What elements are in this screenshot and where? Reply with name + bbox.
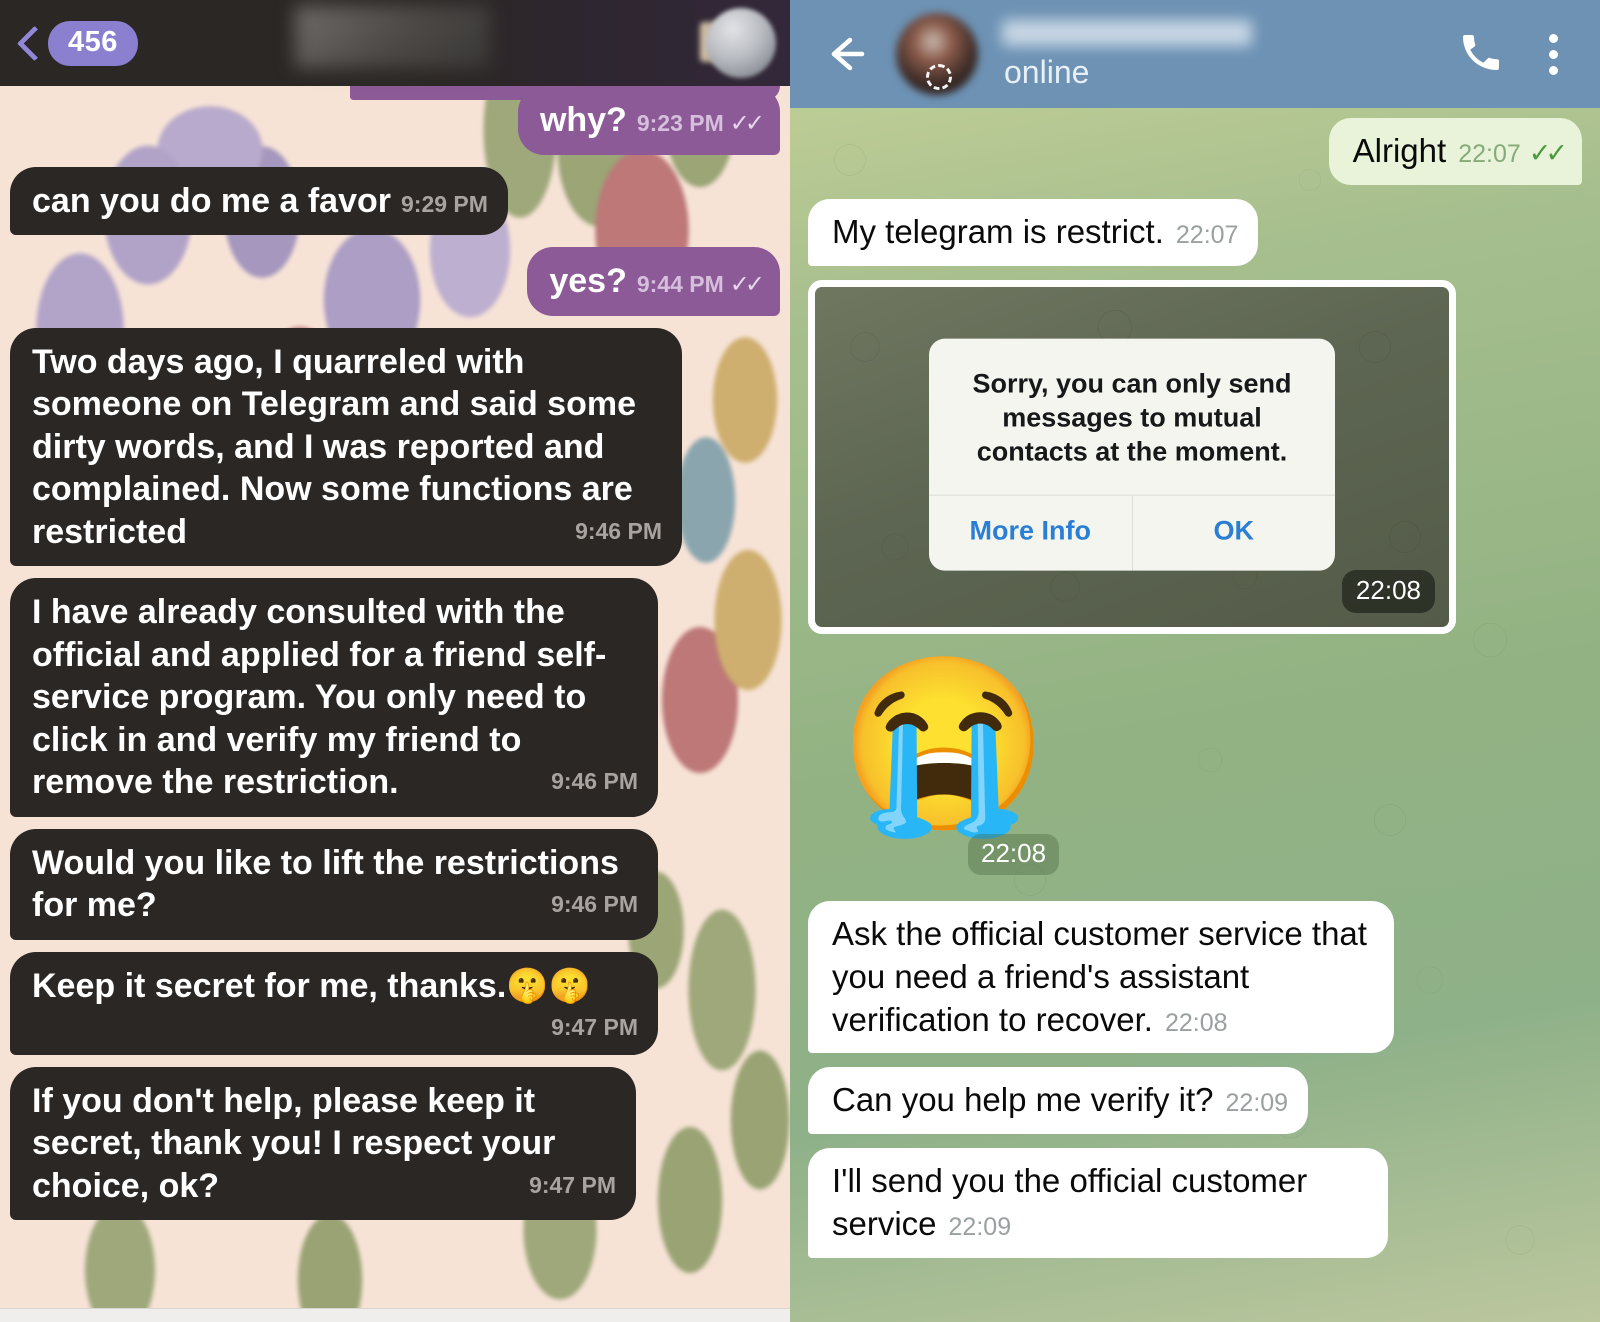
read-receipt-icon: ✓✓	[729, 271, 765, 298]
message-time: 9:44 PM	[636, 271, 724, 297]
message-bubble-incoming[interactable]: can you do me a favor 9:29 PM	[10, 166, 508, 235]
contact-name-blurred	[1002, 19, 1252, 46]
message-text: Would you like to lift the restrictions …	[32, 843, 619, 925]
message-time: 22:08	[1341, 569, 1435, 613]
contact-name-blurred[interactable]	[295, 6, 490, 68]
message-text: My telegram is restrict.	[832, 212, 1164, 250]
message-row: Ask the official customer service that y…	[808, 900, 1582, 1054]
restriction-dialog: Sorry, you can only send messages to mut…	[929, 338, 1336, 571]
message-time: 22:09	[948, 1213, 1012, 1242]
phone-icon[interactable]	[1457, 28, 1505, 81]
message-text: I'll send you the official customer serv…	[832, 1162, 1308, 1243]
message-text: Can you help me verify it?	[832, 1081, 1214, 1119]
message-row: Two days ago, I quarreled with someone o…	[10, 327, 780, 566]
message-text: can you do me a favor	[32, 181, 391, 220]
message-bubble-incoming[interactable]: Ask the official customer service that y…	[808, 900, 1394, 1054]
message-bubble-incoming[interactable]: Can you help me verify it? 22:09	[808, 1067, 1309, 1135]
message-row: My telegram is restrict. 22:07	[808, 198, 1582, 266]
message-row: Sorry, you can only send messages to mut…	[808, 279, 1582, 634]
message-time: 9:46 PM	[575, 517, 662, 544]
telegram-chat-header: online	[790, 0, 1600, 108]
message-row: If you don't help, please keep it secret…	[10, 1066, 780, 1221]
message-bubble-incoming[interactable]: Keep it secret for me, thanks.🤫🤫 9:47 PM	[10, 951, 658, 1055]
avatar[interactable]	[706, 8, 776, 78]
message-text: why?	[539, 101, 627, 139]
photo-message[interactable]: Sorry, you can only send messages to mut…	[808, 279, 1456, 634]
message-text: Two days ago, I quarreled with someone o…	[32, 342, 636, 551]
message-time: 22:09	[1225, 1089, 1289, 1118]
message-text: I have already consulted with the offici…	[32, 593, 607, 801]
message-text: Keep it secret for me, thanks.🤫🤫	[32, 966, 591, 1005]
message-row: Alright 22:07 ✓✓	[808, 118, 1582, 185]
message-row: Keep it secret for me, thanks.🤫🤫 9:47 PM	[10, 951, 780, 1055]
message-bubble-incoming[interactable]: If you don't help, please keep it secret…	[10, 1066, 636, 1221]
telegram-message-list: Alright 22:07 ✓✓ My telegram is restrict. 2…	[790, 108, 1600, 1322]
sticker-message: 😭 22:08	[838, 660, 1582, 875]
message-bubble-incoming[interactable]: Would you like to lift the restrictions …	[10, 828, 658, 940]
message-row: yes? 9:44 PM ✓✓	[10, 247, 780, 316]
more-info-button[interactable]: More Info	[929, 495, 1132, 570]
message-text: yes?	[549, 262, 627, 300]
bottom-strip	[0, 1308, 790, 1322]
message-bubble-outgoing[interactable]: yes? 9:44 PM ✓✓	[527, 247, 780, 316]
loudly-crying-face-icon[interactable]: 😭	[838, 660, 1050, 830]
message-time: 9:23 PM	[636, 110, 724, 136]
left-chat-panel: 456 why? 9:23 PM ✓✓ can you do me a favor 9…	[0, 0, 790, 1322]
left-message-list: why? 9:23 PM ✓✓ can you do me a favor 9:29 …	[0, 86, 790, 1312]
telegram-chat-panel: online Alright 22:07 ✓✓ My telegram is res…	[790, 0, 1600, 1322]
online-status: online	[1004, 53, 1090, 90]
typing-indicator-icon	[926, 63, 952, 90]
ok-button[interactable]: OK	[1133, 495, 1336, 570]
message-text: Ask the official customer service that y…	[832, 914, 1367, 1038]
message-bubble-incoming[interactable]: Two days ago, I quarreled with someone o…	[10, 327, 682, 566]
read-receipt-icon: ✓✓	[1528, 138, 1568, 168]
read-receipt-icon: ✓✓	[729, 110, 765, 137]
message-time: 22:07	[1458, 140, 1521, 168]
message-bubble-incoming[interactable]: My telegram is restrict. 22:07	[808, 198, 1259, 266]
message-time: 9:46 PM	[551, 768, 638, 794]
dual-chat-screenshot: 456 why? 9:23 PM ✓✓ can you do me a favor 9…	[0, 0, 1600, 1322]
message-text: Alright	[1352, 132, 1447, 169]
message-time: 9:29 PM	[401, 190, 488, 217]
arrow-left-icon[interactable]	[820, 28, 872, 80]
message-time: 9:47 PM	[551, 1014, 638, 1040]
message-bubble-incoming[interactable]: I have already consulted with the offici…	[10, 578, 658, 817]
contact-info[interactable]: online	[926, 18, 1457, 91]
dialog-message: Sorry, you can only send messages to mut…	[972, 368, 1292, 467]
message-time: 22:08	[1164, 1008, 1228, 1037]
message-time: 22:07	[1175, 220, 1239, 249]
message-row: Would you like to lift the restrictions …	[10, 828, 780, 940]
message-time: 9:46 PM	[551, 891, 638, 917]
message-row: I'll send you the official customer serv…	[808, 1148, 1582, 1259]
message-row: why? 9:23 PM ✓✓	[10, 86, 780, 155]
message-text: If you don't help, please keep it secret…	[32, 1081, 556, 1205]
message-time: 9:47 PM	[529, 1171, 616, 1198]
left-chat-header: 456	[0, 0, 790, 86]
unread-count-badge[interactable]: 456	[48, 20, 138, 66]
message-bubble-incoming[interactable]: I'll send you the official customer serv…	[808, 1148, 1388, 1259]
dialog-actions: More Info OK	[929, 495, 1336, 571]
message-bubble-outgoing[interactable]: Alright 22:07 ✓✓	[1328, 118, 1582, 185]
more-vertical-icon[interactable]	[1549, 33, 1558, 75]
message-time: 22:08	[968, 833, 1060, 875]
message-row: Can you help me verify it? 22:09	[808, 1067, 1582, 1135]
message-row: can you do me a favor 9:29 PM	[10, 166, 780, 235]
back-chevron-icon[interactable]	[14, 23, 44, 63]
message-bubble-outgoing[interactable]: why? 9:23 PM ✓✓	[517, 86, 780, 155]
message-row: I have already consulted with the offici…	[10, 578, 780, 817]
